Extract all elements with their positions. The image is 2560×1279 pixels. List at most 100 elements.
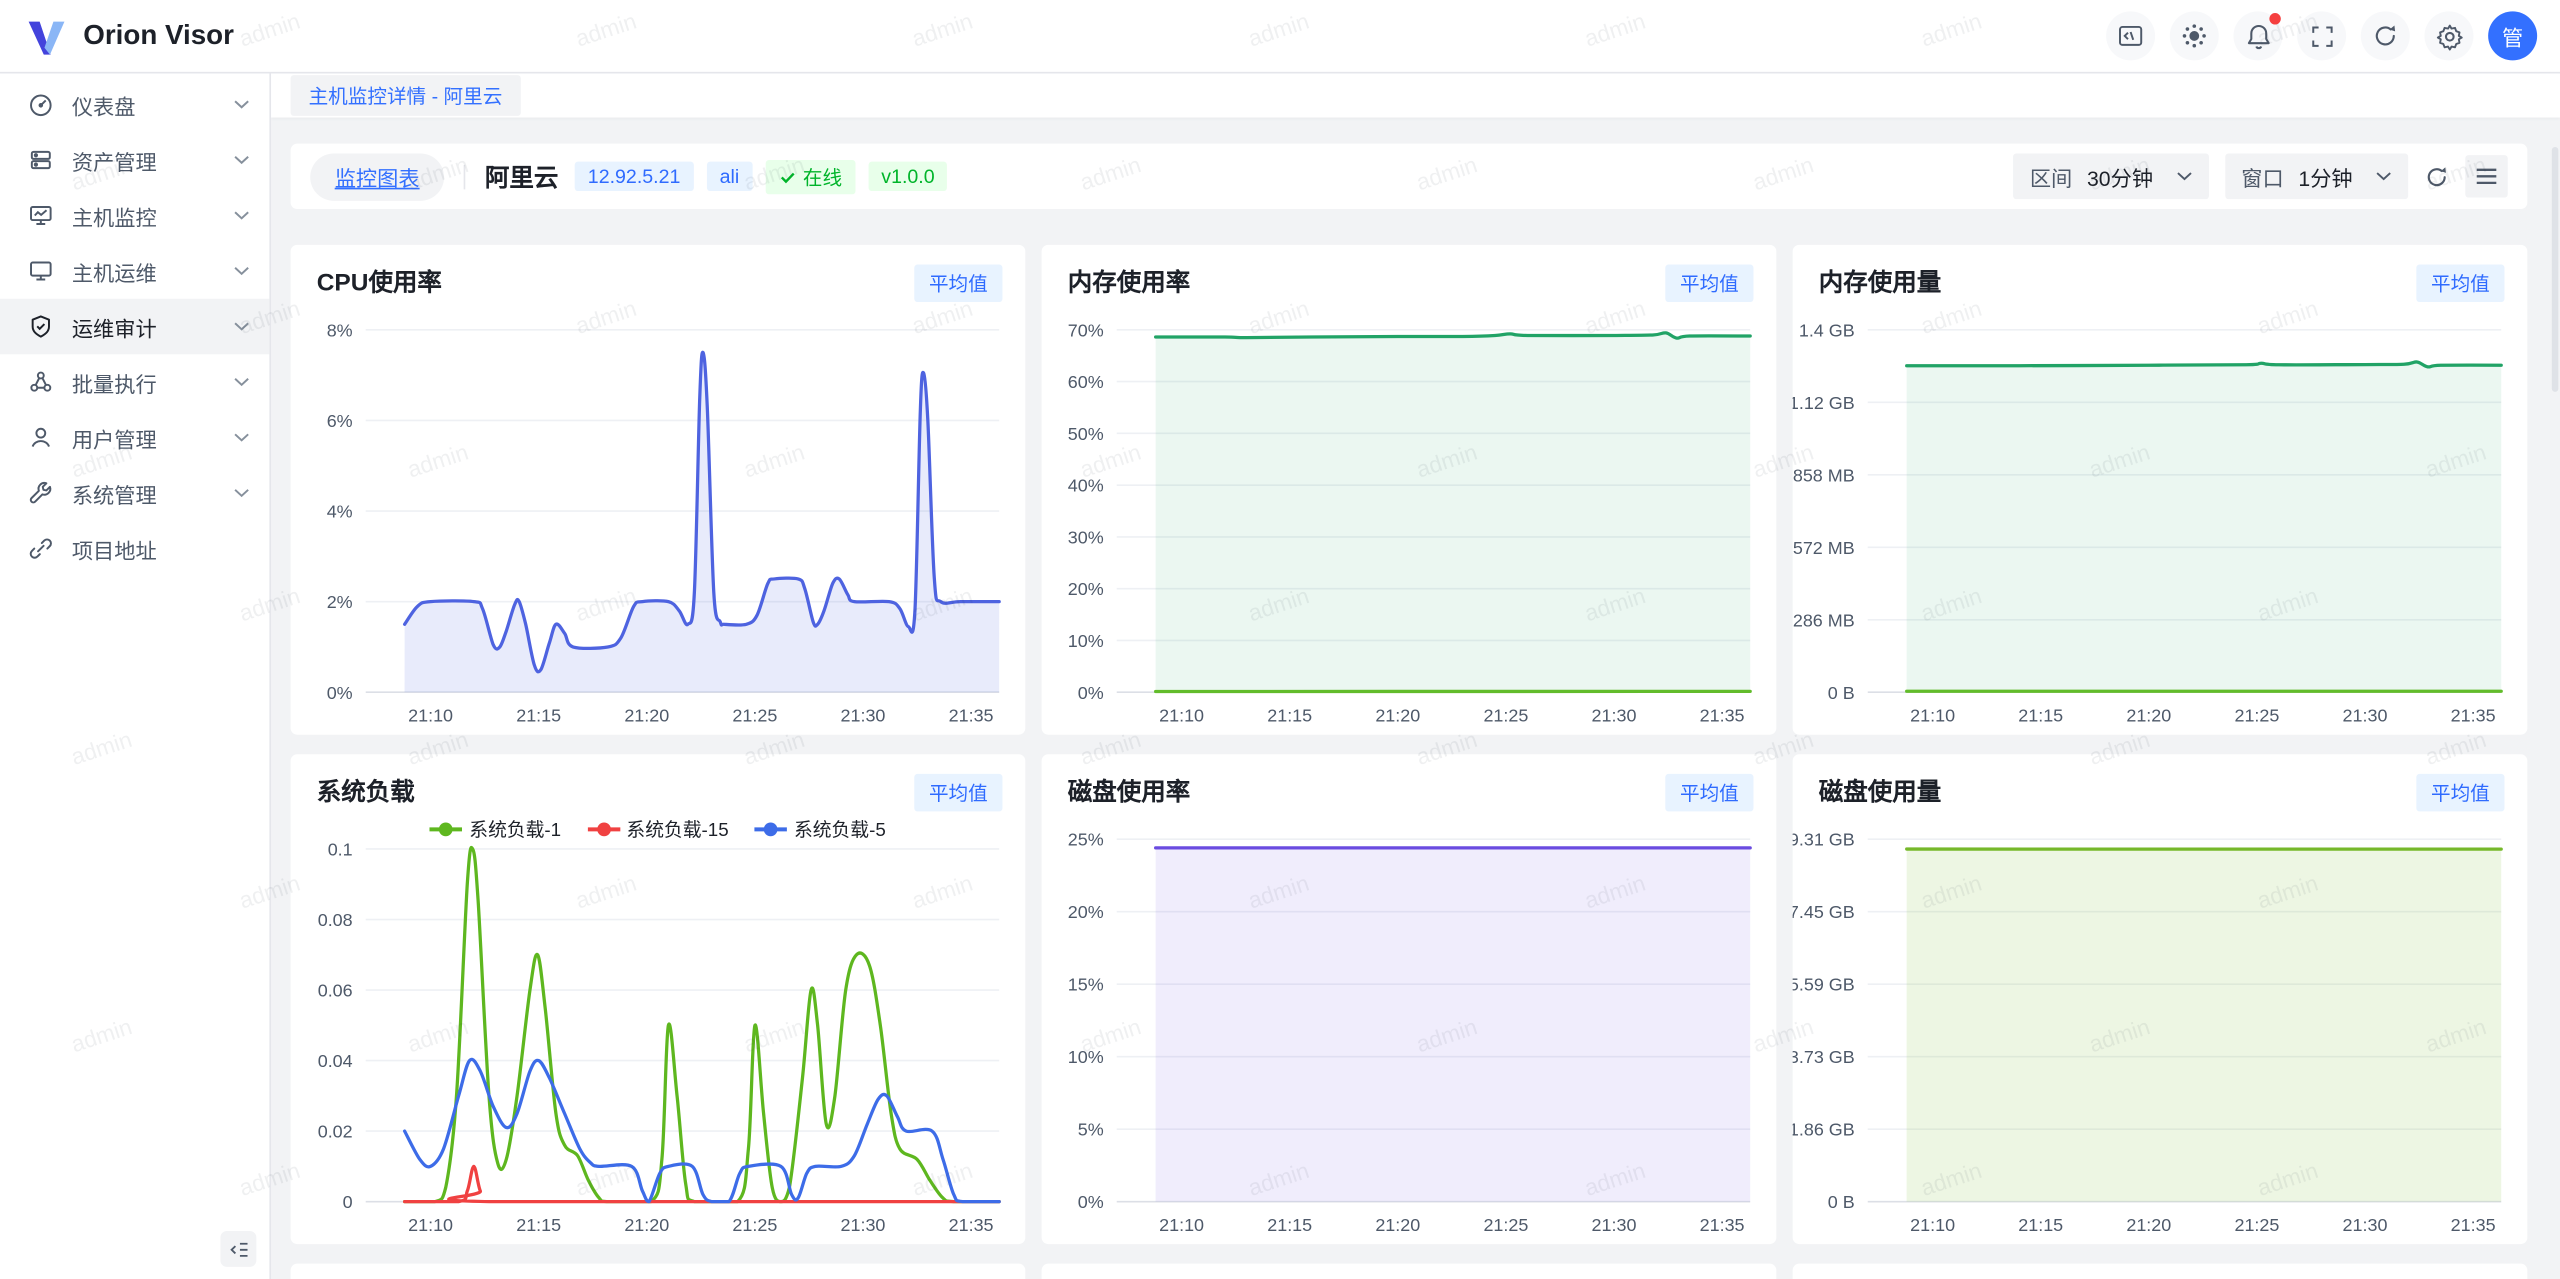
svg-text:30%: 30%: [1068, 527, 1104, 547]
sidebar-item-dashboard[interactable]: 仪表盘: [0, 77, 269, 133]
host-tag-badge: ali: [707, 162, 753, 191]
aggregation-badge[interactable]: 平均值: [914, 774, 1002, 812]
svg-text:858 MB: 858 MB: [1793, 465, 1855, 485]
svg-text:0%: 0%: [1078, 683, 1104, 703]
aggregation-badge[interactable]: 平均值: [2416, 264, 2504, 302]
monitor-charts-view-button[interactable]: 监控图表: [310, 153, 444, 200]
host-status-text: 在线: [803, 162, 842, 190]
svg-text:21:35: 21:35: [2451, 706, 2496, 726]
user-avatar[interactable]: 管: [2488, 11, 2537, 60]
charts-grid: 0%2%4%6%8%21:1021:1521:2021:2521:3021:35…: [291, 245, 2528, 1279]
sidebar-item-ops-audit[interactable]: 运维审计: [0, 299, 269, 355]
sidebar-item-project-link[interactable]: 项目地址: [0, 521, 269, 577]
svg-text:21:20: 21:20: [1375, 706, 1420, 726]
svg-text:21:15: 21:15: [2018, 1215, 2063, 1235]
legend-label: 系统负载-5: [794, 816, 886, 842]
svg-text:21:25: 21:25: [2234, 1215, 2279, 1235]
legend-item[interactable]: 系统负载-15: [587, 816, 728, 842]
scrollbar-thumb[interactable]: [2552, 147, 2559, 392]
svg-text:21:25: 21:25: [732, 706, 777, 726]
settings-button[interactable]: [2424, 11, 2473, 60]
orion-visor-app: Orion Visor: [0, 0, 2560, 1279]
svg-text:21:20: 21:20: [2126, 1215, 2171, 1235]
cluster-nodes-icon: [28, 369, 54, 395]
chevron-down-icon: [233, 377, 249, 387]
svg-text:21:30: 21:30: [1592, 1215, 1637, 1235]
window-select[interactable]: 窗口 1分钟: [2225, 153, 2408, 199]
legend-item[interactable]: 系统负载-5: [755, 816, 886, 842]
toolbar-right: 区间 30分钟 窗口 1分钟: [2013, 153, 2507, 199]
sidebar-item-user-management[interactable]: 用户管理: [0, 410, 269, 466]
sidebar-item-system-management[interactable]: 系统管理: [0, 465, 269, 521]
aggregation-badge[interactable]: 平均值: [1665, 264, 1753, 302]
chevron-down-icon: [233, 488, 249, 498]
svg-text:5.59 GB: 5.59 GB: [1793, 975, 1855, 995]
fullscreen-button[interactable]: [2297, 11, 2346, 60]
viewport: Orion Visor: [0, 0, 2560, 1279]
svg-text:0: 0: [343, 1192, 353, 1212]
chart-layout-menu-button[interactable]: [2465, 155, 2507, 197]
brand-name: Orion Visor: [83, 20, 234, 53]
tab-host-monitor-detail[interactable]: 主机监控详情 - 阿里云: [291, 75, 521, 116]
svg-text:21:35: 21:35: [1700, 706, 1745, 726]
chart-card-disk-usage-rate: 0%5%10%15%20%25%21:1021:1521:2021:2521:3…: [1042, 754, 1777, 1244]
refresh-charts-button[interactable]: [2424, 164, 2448, 188]
chart-card-system-load: 00.020.040.060.080.121:1021:1521:2021:25…: [291, 754, 1026, 1244]
sidebar-item-host-ops[interactable]: 主机运维: [0, 243, 269, 299]
svg-text:21:25: 21:25: [1483, 706, 1528, 726]
svg-text:21:35: 21:35: [2451, 1215, 2496, 1235]
range-select[interactable]: 区间 30分钟: [2013, 153, 2208, 199]
monitor-chart-icon: [28, 202, 54, 228]
svg-text:21:30: 21:30: [1592, 706, 1637, 726]
chart-card-memory-usage-amount: 0 B286 MB572 MB858 MB1.12 GB1.4 GB21:102…: [1793, 245, 2528, 735]
svg-text:70%: 70%: [1068, 320, 1104, 340]
host-name: 阿里云: [485, 159, 558, 193]
svg-text:21:30: 21:30: [841, 1215, 886, 1235]
svg-text:21:20: 21:20: [2126, 706, 2171, 726]
aggregation-badge[interactable]: 平均值: [2416, 774, 2504, 812]
svg-text:10%: 10%: [1068, 1047, 1104, 1067]
sidebar-item-batch-exec[interactable]: 批量执行: [0, 354, 269, 410]
svg-text:21:35: 21:35: [1700, 1215, 1745, 1235]
svg-text:20%: 20%: [1068, 579, 1104, 599]
svg-text:0 B: 0 B: [1828, 1192, 1855, 1212]
host-status-badge: 在线: [765, 159, 855, 193]
memory-usage-rate-chart: 0%10%20%30%40%50%60%70%21:1021:1521:2021…: [1042, 245, 1777, 735]
legend-item[interactable]: 系统负载-1: [430, 816, 561, 842]
disk-usage-rate-chart: 0%5%10%15%20%25%21:1021:1521:2021:2521:3…: [1042, 754, 1777, 1244]
refresh-page-button[interactable]: [2361, 11, 2410, 60]
svg-text:40%: 40%: [1068, 476, 1104, 496]
svg-text:21:15: 21:15: [1267, 706, 1312, 726]
system-load-chart: 00.020.040.060.080.121:1021:1521:2021:25…: [291, 754, 1026, 1244]
svg-text:1.4 GB: 1.4 GB: [1799, 320, 1855, 340]
memory-usage-amount-chart: 0 B286 MB572 MB858 MB1.12 GB1.4 GB21:102…: [1793, 245, 2528, 735]
svg-text:0.06: 0.06: [318, 981, 353, 1001]
svg-text:21:20: 21:20: [1375, 1215, 1420, 1235]
svg-text:21:30: 21:30: [2343, 706, 2388, 726]
monitor-icon: [28, 258, 54, 284]
aggregation-badge[interactable]: 平均值: [914, 264, 1002, 302]
svg-text:6%: 6%: [327, 411, 353, 431]
sidebar-collapse-button[interactable]: [220, 1231, 256, 1267]
disk-usage-amount-chart: 0 B1.86 GB3.73 GB5.59 GB7.45 GB9.31 GB21…: [1793, 754, 2528, 1244]
header-actions: 管: [2106, 11, 2560, 60]
sidebar-item-label: 用户管理: [72, 422, 216, 453]
sidebar-item-label: 主机监控: [72, 200, 216, 231]
sidebar-item-assets[interactable]: 资产管理: [0, 132, 269, 188]
agent-version-badge: v1.0.0: [868, 162, 948, 191]
aggregation-badge[interactable]: 平均值: [1665, 774, 1753, 812]
sidebar-item-label: 资产管理: [72, 144, 216, 175]
theme-brightness-button[interactable]: [2170, 11, 2219, 60]
legend-label: 系统负载-1: [469, 816, 561, 842]
svg-text:21:25: 21:25: [732, 1215, 777, 1235]
chart-svg: 0%5%10%15%20%25%21:1021:1521:2021:2521:3…: [1042, 754, 1777, 1244]
notifications-button[interactable]: [2233, 11, 2282, 60]
sidebar-item-label: 批量执行: [72, 367, 216, 398]
svg-text:4%: 4%: [327, 502, 353, 522]
app-header: Orion Visor: [0, 0, 2560, 73]
dev-tools-button[interactable]: [2106, 11, 2155, 60]
svg-text:21:25: 21:25: [1483, 1215, 1528, 1235]
chart-card-partial: [1793, 1264, 2528, 1279]
orion-visor-logo: [24, 14, 68, 58]
sidebar-item-host-monitoring[interactable]: 主机监控: [0, 188, 269, 244]
